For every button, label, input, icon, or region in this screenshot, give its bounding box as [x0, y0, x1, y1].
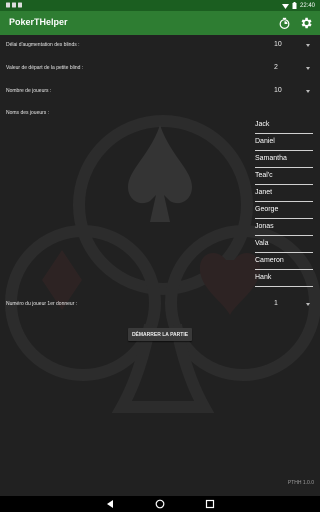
first-dealer-value: 1 [274, 300, 278, 307]
player-names-label: Noms des joueurs : [6, 110, 50, 116]
first-dealer-spinner[interactable]: 1 [274, 299, 310, 310]
first-dealer-label: Numéro du joueur 1er donneur : [6, 301, 78, 307]
start-game-button[interactable]: DÉMARRER LA PARTIE [128, 328, 192, 341]
player-name-text: Jonas [255, 223, 274, 230]
app-title: PokerTHelper [9, 17, 68, 27]
player-name-field[interactable]: George [255, 204, 313, 219]
num-players-label: Nombre de joueurs : [6, 88, 52, 94]
player-name-field[interactable]: Samantha [255, 153, 313, 168]
navigation-bar [0, 496, 320, 512]
player-name-field[interactable]: Jack [255, 119, 313, 134]
home-icon[interactable] [155, 499, 165, 509]
main-content: Délai d'augmentation des blinds : 10 Val… [0, 35, 320, 496]
back-icon[interactable] [105, 499, 115, 509]
player-name-text: Teal'c [255, 172, 273, 179]
small-blind-spinner[interactable]: 2 [274, 63, 310, 74]
player-name-field[interactable]: Daniel [255, 136, 313, 151]
player-name-text: Samantha [255, 155, 287, 162]
player-name-text: Vala [255, 240, 269, 247]
recents-icon[interactable] [205, 499, 215, 509]
player-name-field[interactable]: Vala [255, 238, 313, 253]
player-name-field[interactable]: Cameron [255, 255, 313, 270]
blind-delay-value: 10 [274, 41, 282, 48]
player-name-text: Hank [255, 274, 272, 281]
blind-delay-label: Délai d'augmentation des blinds : [6, 42, 80, 48]
status-bar: 22:40 [0, 0, 320, 11]
player-name-text: Janet [255, 189, 273, 196]
player-name-field[interactable]: Janet [255, 187, 313, 202]
gear-icon[interactable] [298, 15, 314, 31]
notification-icons-glyph [6, 2, 22, 8]
version-label: PTHH 1.0.0 [287, 480, 314, 486]
chevron-down-icon [306, 90, 310, 93]
blind-delay-spinner[interactable]: 10 [274, 40, 310, 51]
player-name-text: Jack [255, 121, 270, 128]
wifi-icon [281, 3, 289, 9]
notification-icons [6, 2, 24, 10]
player-name-field[interactable]: Jonas [255, 221, 313, 236]
chevron-down-icon [306, 303, 310, 306]
app-bar: PokerTHelper [0, 11, 320, 35]
timer-icon[interactable] [276, 15, 292, 31]
chevron-down-icon [306, 67, 310, 70]
player-name-field[interactable]: Hank [255, 272, 313, 287]
num-players-spinner[interactable]: 10 [274, 86, 310, 97]
status-time: 22:40 [299, 2, 315, 9]
small-blind-value: 2 [274, 64, 278, 71]
small-blind-label: Valeur de départ de la petite blind : [6, 65, 84, 71]
player-name-text: Daniel [255, 138, 275, 145]
chevron-down-icon [306, 44, 310, 47]
player-name-field[interactable]: Teal'c [255, 170, 313, 185]
player-name-text: Cameron [255, 257, 284, 264]
player-name-text: George [255, 206, 279, 213]
battery-icon [292, 2, 297, 9]
num-players-value: 10 [274, 87, 282, 94]
